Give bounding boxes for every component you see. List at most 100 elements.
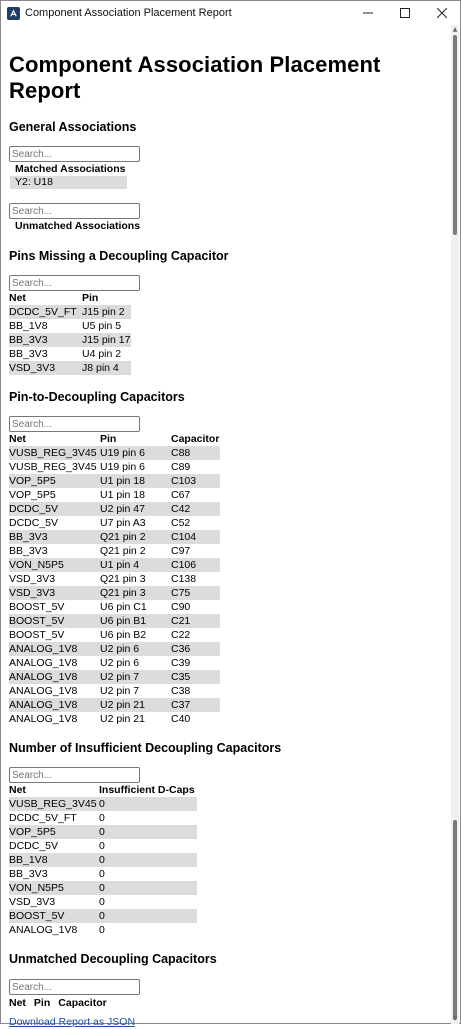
table-row: BB_1V8 U5 pin 5: [9, 319, 131, 333]
table-row: BOOST_5V U6 pin C1 C90: [9, 600, 220, 614]
table-cell: U7 pin A3: [100, 517, 146, 529]
table-cell: J8 pin 4: [82, 361, 131, 375]
table-row: ANALOG_1V8 U2 pin 6 C39: [9, 656, 220, 670]
missing-decap-table: Net Pin DCDC_5V_FT J15 pin 2 BB_1V8 U5 pin …: [9, 292, 131, 375]
table-cell: C22: [171, 629, 191, 641]
pin-to-decap-search-input[interactable]: [9, 416, 140, 432]
table-cell: C40: [171, 713, 191, 725]
table-cell: U19 pin 6: [100, 461, 145, 473]
table-row: ANALOG_1V8 U2 pin 21 C40: [9, 712, 220, 726]
unmatched-decap-heading: Unmatched Decoupling Capacitors: [9, 952, 217, 966]
table-cell: ANALOG_1V8: [9, 670, 100, 684]
table-cell: BB_1V8: [9, 320, 48, 332]
table-cell: C35: [171, 670, 220, 684]
table-header-row: Net Pin Capacitor: [9, 997, 107, 1010]
unmatched-decap-search-input[interactable]: [9, 979, 140, 995]
table-cell: C42: [171, 502, 220, 516]
table-cell: C67: [171, 489, 191, 501]
table-cell: U4 pin 2: [82, 348, 122, 360]
pin-to-decap-rows: VUSB_REG_3V45 U19 pin 6 C88 VUSB_REG_3V45 U1…: [9, 446, 220, 726]
table-row: BOOST_5V 0: [9, 909, 197, 923]
table-cell: 0: [99, 924, 105, 936]
table-cell: J15 pin 2: [82, 305, 131, 319]
table-cell: C21: [171, 614, 220, 628]
table-row: VUSB_REG_3V45 U19 pin 6 C89: [9, 460, 220, 474]
unmatched-associations-label: Unmatched Associations: [15, 220, 141, 232]
table-row: ANALOG_1V8 0: [9, 923, 197, 937]
table-row: BB_3V3 Q21 pin 2 C104: [9, 530, 220, 544]
column-header-capacitor: Capacitor: [171, 433, 220, 445]
table-cell: ANALOG_1V8: [9, 698, 100, 712]
table-cell: Q21 pin 2: [100, 545, 146, 557]
table-cell: U1 pin 18: [100, 489, 145, 501]
table-row: VSD_3V3 Q21 pin 3 C138: [9, 572, 220, 586]
table-cell: C89: [171, 461, 191, 473]
table-cell: ANALOG_1V8: [9, 924, 78, 936]
table-cell: U1 pin 4: [100, 558, 171, 572]
table-cell: ANALOG_1V8: [9, 642, 100, 656]
table-cell: VSD_3V3: [9, 586, 100, 600]
table-cell: J15 pin 17: [82, 333, 131, 347]
table-cell: VON_N5P5: [9, 558, 100, 572]
missing-search-input[interactable]: [9, 275, 140, 291]
table-row: VUSB_REG_3V45 0: [9, 797, 197, 811]
table-header-row: Net Insufficient D-Caps: [9, 784, 197, 797]
table-row: VON_N5P5 0: [9, 881, 197, 895]
scroll-up-arrow-icon[interactable]: ▲: [451, 25, 459, 35]
missing-decap-heading: Pins Missing a Decoupling Capacitor: [9, 249, 229, 263]
table-row: VOP_5P5 U1 pin 18 C103: [9, 474, 220, 488]
table-cell: U19 pin 6: [100, 446, 171, 460]
table-cell: VOP_5P5: [9, 489, 56, 501]
table-cell: ANALOG_1V8: [9, 657, 78, 669]
unmatched-search-input[interactable]: [9, 203, 140, 219]
table-row: ANALOG_1V8 U2 pin 7 C35: [9, 670, 220, 684]
table-cell: C90: [171, 601, 191, 613]
table-cell: 0: [99, 825, 197, 839]
table-row: ANALOG_1V8 U2 pin 21 C37: [9, 698, 220, 712]
insufficient-decap-table: Net Insufficient D-Caps VUSB_REG_3V45 0 DC…: [9, 784, 197, 937]
table-cell: U2 pin 6: [100, 642, 171, 656]
table-cell: U5 pin 5: [82, 320, 122, 332]
table-cell: VSD_3V3: [9, 573, 56, 585]
insufficient-decap-heading: Number of Insufficient Decoupling Capaci…: [9, 741, 282, 755]
close-button[interactable]: [423, 1, 460, 25]
table-cell: VUSB_REG_3V45: [9, 797, 99, 811]
table-cell: C39: [171, 657, 191, 669]
table-cell: U1 pin 18: [100, 474, 171, 488]
table-cell: U2 pin 6: [100, 657, 140, 669]
table-cell: BOOST_5V: [9, 629, 65, 641]
column-header-pin: Pin: [33, 997, 51, 1009]
table-row: BB_3V3 0: [9, 867, 197, 881]
table-cell: BOOST_5V: [9, 601, 65, 613]
table-row: VUSB_REG_3V45 U19 pin 6 C88: [9, 446, 220, 460]
matched-association-item: Y2: U18: [10, 176, 127, 189]
table-cell: DCDC_5V: [9, 840, 59, 852]
vertical-scrollbar[interactable]: ▲ ▼: [451, 25, 459, 1024]
table-row: BB_1V8 0: [9, 853, 197, 867]
matched-associations-label: Matched Associations: [15, 163, 126, 175]
table-cell: BB_3V3: [9, 868, 48, 880]
download-json-link[interactable]: Download Report as JSON: [9, 1016, 135, 1028]
table-cell: BB_3V3: [9, 348, 48, 360]
table-cell: VSD_3V3: [9, 896, 56, 908]
table-cell: 0: [99, 881, 197, 895]
table-row: ANALOG_1V8 U2 pin 7 C38: [9, 684, 220, 698]
table-row: DCDC_5V U7 pin A3 C52: [9, 516, 220, 530]
matched-search-input[interactable]: [9, 146, 140, 162]
table-header-row: Net Pin: [9, 292, 131, 305]
table-cell: DCDC_5V: [9, 517, 59, 529]
table-cell: BOOST_5V: [9, 614, 100, 628]
maximize-icon: [399, 8, 410, 18]
table-row: VSD_3V3 J8 pin 4: [9, 361, 131, 375]
minimize-icon: [362, 12, 373, 14]
insufficient-search-input[interactable]: [9, 767, 140, 783]
column-header-pin: Pin: [100, 433, 117, 445]
scrollbar-thumb[interactable]: [453, 35, 457, 235]
minimize-button[interactable]: [349, 1, 386, 25]
scroll-down-arrow-icon[interactable]: ▼: [451, 1014, 459, 1024]
window-title: Component Association Placement Report: [25, 7, 232, 19]
table-cell: 0: [99, 812, 105, 824]
scrollbar-thumb-lower[interactable]: [453, 820, 457, 1020]
table-cell: BOOST_5V: [9, 909, 99, 923]
maximize-button[interactable]: [386, 1, 423, 25]
